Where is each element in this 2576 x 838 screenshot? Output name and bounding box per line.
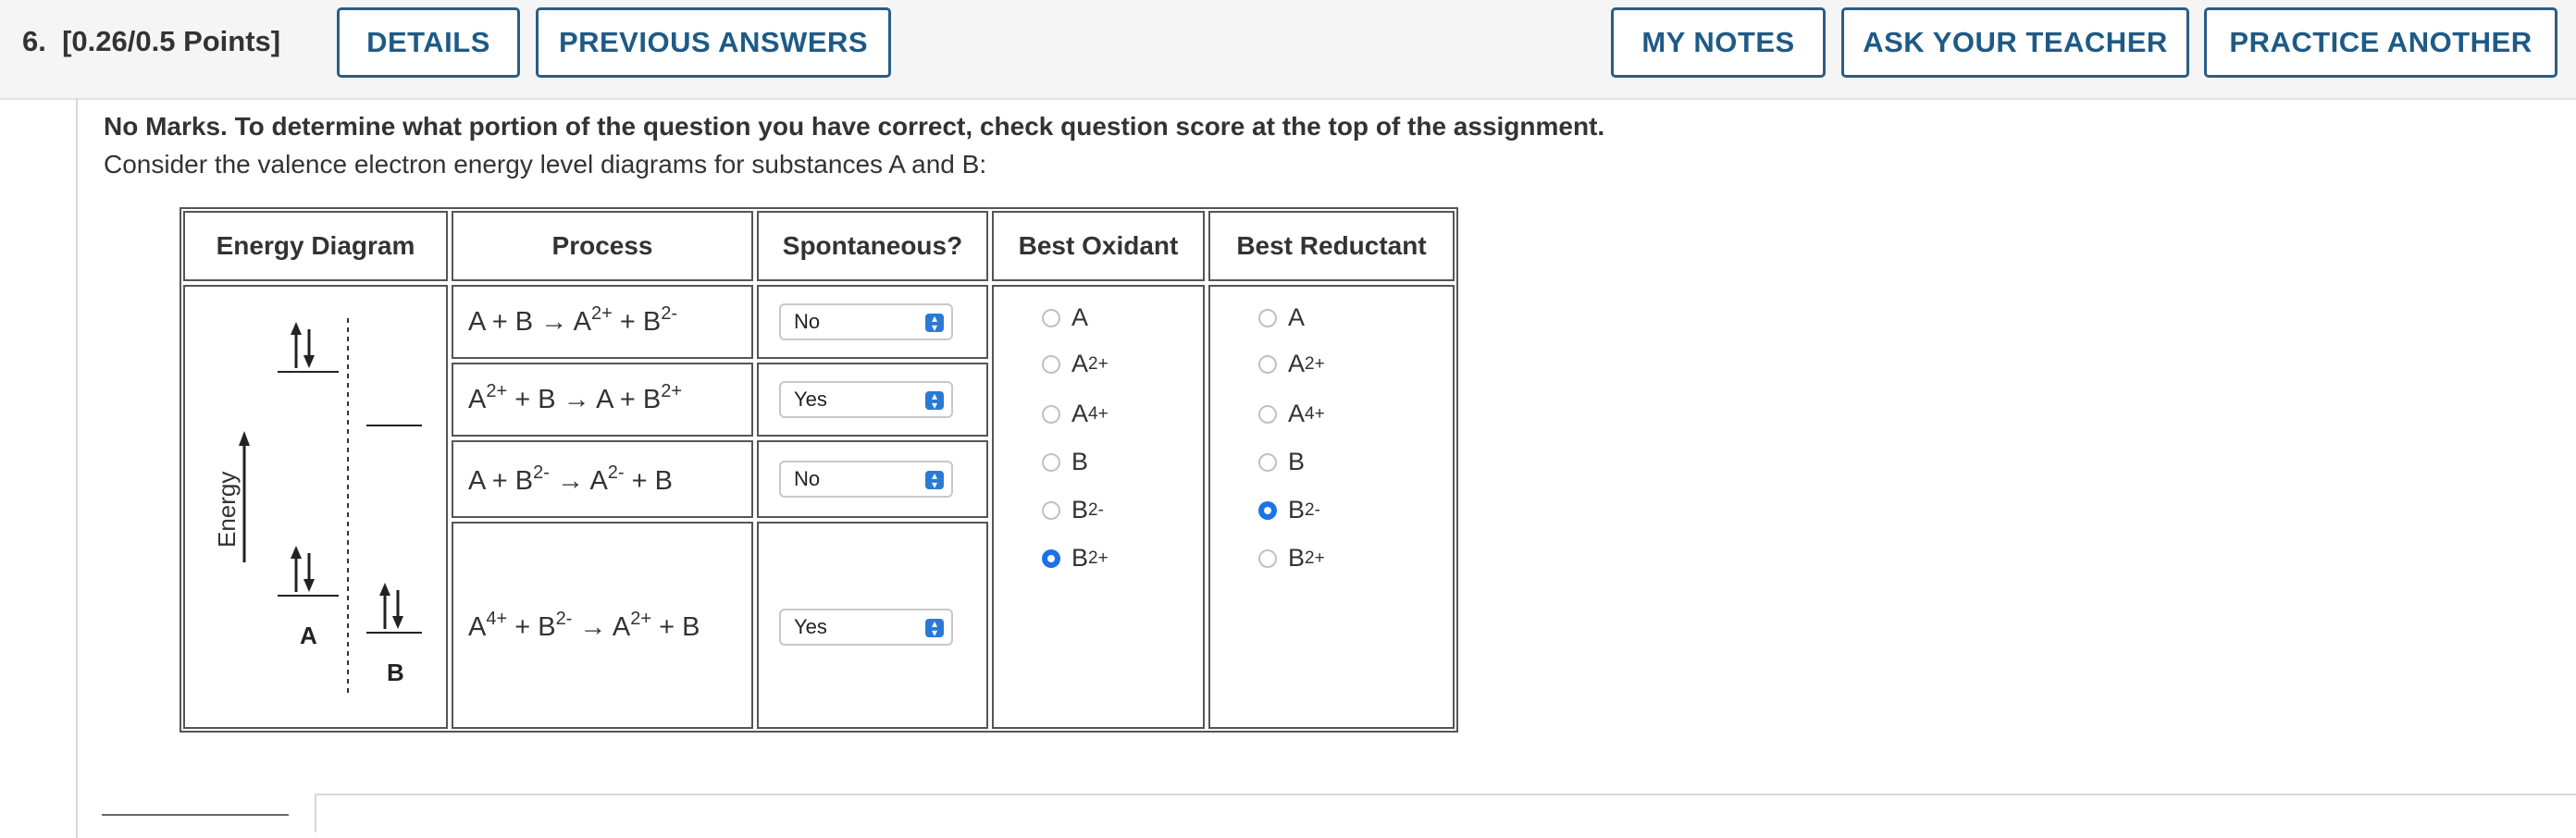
label-b: B [387, 659, 404, 686]
process-cell-3: A + B2- → A2- + B [452, 440, 753, 518]
ask-your-teacher-button[interactable]: ASK YOUR TEACHER [1841, 7, 2189, 78]
header-process: Process [452, 211, 753, 281]
option-label: A [1071, 303, 1089, 331]
best-reductant-option[interactable]: B 2- [1258, 496, 1320, 524]
process-3: A + B2- → A2- + B [468, 462, 673, 496]
question-table: Energy Diagram Process Spontaneous? Best… [180, 207, 1458, 733]
radio-checked[interactable] [1042, 548, 1060, 568]
my-notes-button[interactable]: MY NOTES [1611, 7, 1826, 78]
radio-unchecked[interactable] [1258, 404, 1277, 424]
question-number: 6. [0.26/0.5 Points] [22, 25, 281, 57]
radio-unchecked[interactable] [1258, 354, 1277, 374]
option-label: A [1288, 303, 1306, 331]
answer-area-border [315, 794, 2576, 832]
spontaneous-cell-3: No ▴ ▾ [757, 440, 988, 518]
option-label: A [1071, 350, 1089, 377]
previous-answers-button[interactable]: PREVIOUS ANSWERS [536, 7, 891, 78]
best-reductant-option[interactable]: A 4+ [1258, 400, 1325, 428]
radio-unchecked[interactable] [1042, 354, 1060, 374]
best-reductant-option[interactable]: A 2+ [1258, 350, 1325, 378]
radio-unchecked[interactable] [1042, 308, 1060, 327]
energy-diagram-cell: Energy A B [183, 285, 448, 729]
option-label: A [1288, 400, 1306, 427]
best-oxidant-option[interactable]: B [1042, 448, 1088, 476]
header-best-oxidant: Best Oxidant [992, 211, 1205, 281]
question-intro: Consider the valence electron energy lev… [104, 150, 987, 179]
spontaneous-cell-4: Yes ▴ ▾ [757, 522, 988, 729]
spontaneous-select-1[interactable]: No ▴ ▾ [779, 303, 953, 340]
process-2: A2+ + B → A + B2+ [468, 381, 683, 414]
option-label: A [1288, 350, 1306, 377]
spontaneous-select-2[interactable]: Yes ▴ ▾ [779, 381, 953, 418]
option-label: B [1288, 544, 1306, 572]
question-header-bar: 6. [0.26/0.5 Points] DETAILS PREVIOUS AN… [0, 0, 2576, 100]
practice-another-button[interactable]: PRACTICE ANOTHER [2204, 7, 2557, 78]
process-4: A4+ + B2- → A2+ + B [468, 609, 700, 642]
best-oxidant-option[interactable]: A 4+ [1042, 400, 1108, 428]
best-oxidant-cell: A A 2+ A 4+ B B 2- B 2+ [992, 285, 1205, 729]
best-oxidant-option[interactable]: B 2- [1042, 496, 1104, 524]
best-reductant-option[interactable]: B [1258, 448, 1305, 476]
best-oxidant-option[interactable]: A [1042, 303, 1088, 332]
best-reductant-option[interactable]: B 2+ [1258, 544, 1325, 573]
select-arrows-icon: ▴ ▾ [925, 313, 944, 333]
option-label: B [1288, 496, 1306, 524]
process-cell-1: A + B → A2+ + B2- [452, 285, 753, 359]
spontaneous-select-3[interactable]: No ▴ ▾ [779, 461, 953, 498]
select-arrows-icon: ▴ ▾ [925, 390, 944, 411]
process-cell-4: A4+ + B2- → A2+ + B [452, 522, 753, 729]
radio-unchecked[interactable] [1042, 404, 1060, 424]
submit-area-edge [102, 814, 289, 834]
option-label: B [1071, 544, 1089, 572]
best-oxidant-option[interactable]: A 2+ [1042, 350, 1108, 378]
header-spontaneous: Spontaneous? [757, 211, 988, 281]
process-cell-2: A2+ + B → A + B2+ [452, 363, 753, 437]
question-points: [0.26/0.5 Points] [62, 25, 281, 57]
no-marks-notice: No Marks. To determine what portion of t… [104, 112, 1605, 141]
best-oxidant-option[interactable]: B 2+ [1042, 544, 1108, 573]
spontaneous-cell-2: Yes ▴ ▾ [757, 363, 988, 437]
radio-unchecked[interactable] [1258, 548, 1277, 568]
header-energy-diagram: Energy Diagram [183, 211, 448, 281]
details-button[interactable]: DETAILS [337, 7, 520, 78]
spontaneous-cell-1: No ▴ ▾ [757, 285, 988, 359]
option-label: A [1071, 400, 1089, 427]
select-arrows-icon: ▴ ▾ [925, 470, 944, 490]
radio-unchecked[interactable] [1042, 452, 1060, 472]
option-label: B [1071, 496, 1089, 524]
process-1: A + B → A2+ + B2- [468, 303, 678, 337]
select-arrows-icon: ▴ ▾ [925, 618, 944, 638]
option-label: B [1288, 448, 1306, 475]
radio-unchecked[interactable] [1258, 308, 1277, 327]
spontaneous-select-4[interactable]: Yes ▴ ▾ [779, 609, 953, 646]
header-best-reductant: Best Reductant [1208, 211, 1455, 281]
best-reductant-cell: A A 2+ A 4+ B B 2- B 2+ [1208, 285, 1455, 729]
energy-level-diagram: Energy A B [213, 318, 422, 696]
label-a: A [300, 622, 317, 649]
option-label: B [1071, 448, 1089, 475]
energy-axis-label: Energy [213, 472, 241, 548]
radio-unchecked[interactable] [1042, 500, 1060, 520]
radio-unchecked[interactable] [1258, 452, 1277, 472]
radio-checked[interactable] [1258, 500, 1277, 520]
best-reductant-option[interactable]: A [1258, 303, 1305, 332]
